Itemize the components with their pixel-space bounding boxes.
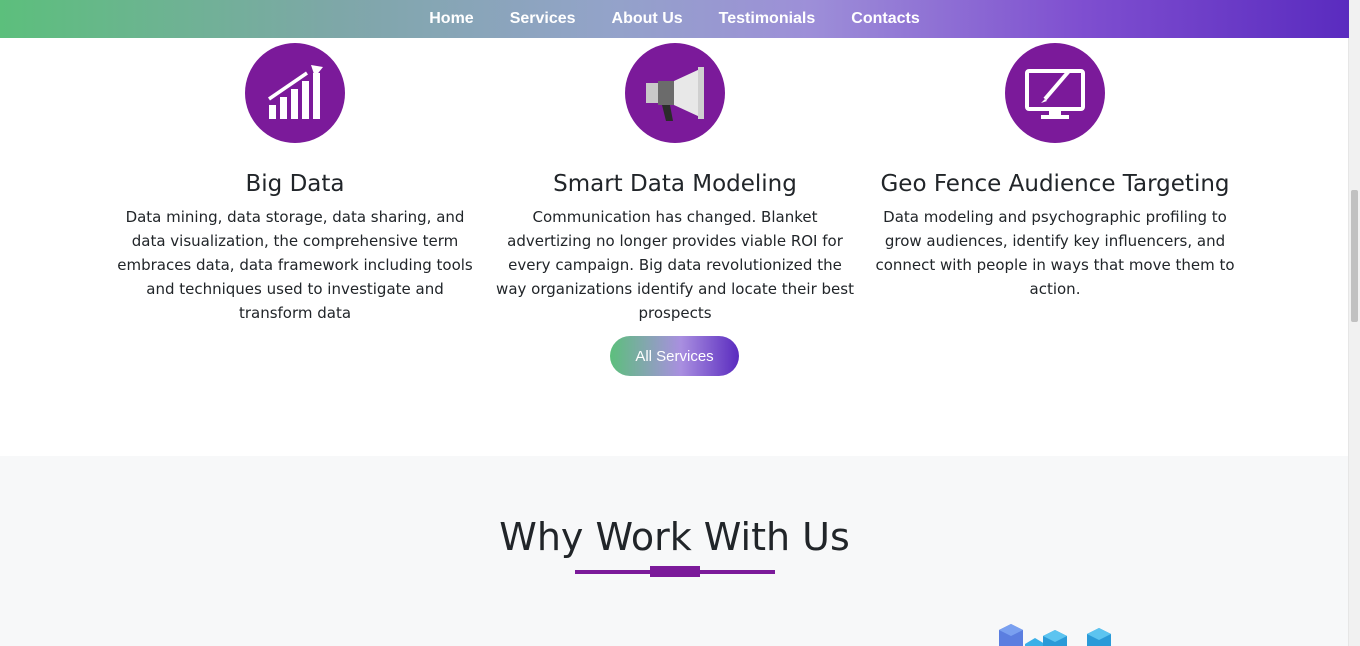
megaphone-icon — [625, 43, 725, 143]
nav-home[interactable]: Home — [411, 10, 491, 28]
vertical-scrollbar[interactable] — [1348, 0, 1360, 646]
service-description: Data mining, data storage, data sharing,… — [117, 208, 473, 322]
why-work-with-us-section: Why Work With Us — [0, 456, 1349, 646]
service-card-geo-fence: Geo Fence Audience Targeting Data modeli… — [865, 43, 1245, 301]
growth-chart-icon — [245, 43, 345, 143]
service-title: Smart Data Modeling — [553, 171, 797, 197]
scrollbar-thumb[interactable] — [1351, 190, 1358, 322]
service-card-smart-data-modeling: Smart Data Modeling Communication has ch… — [485, 43, 865, 325]
service-title: Geo Fence Audience Targeting — [880, 171, 1230, 197]
service-card-big-data: Big Data Data mining, data storage, data… — [105, 43, 485, 325]
nav-services[interactable]: Services — [492, 10, 594, 28]
section-title: Why Work With Us — [499, 515, 850, 559]
services-section: Big Data Data mining, data storage, data… — [0, 0, 1349, 456]
nav-testimonials[interactable]: Testimonials — [701, 10, 834, 28]
page: Big Data Data mining, data storage, data… — [0, 0, 1360, 646]
hexagon-cubes-icon — [995, 622, 1117, 646]
all-services-button[interactable]: All Services — [610, 336, 739, 376]
service-title: Big Data — [245, 171, 345, 197]
nav-contacts[interactable]: Contacts — [833, 10, 937, 28]
top-navbar: Home Services About Us Testimonials Cont… — [0, 0, 1349, 38]
monitor-pen-icon — [1005, 43, 1105, 143]
title-divider-accent — [650, 566, 700, 577]
service-description: Communication has changed. Blanket adver… — [496, 208, 854, 322]
nav-about-us[interactable]: About Us — [594, 10, 701, 28]
service-description: Data modeling and psychographic profilin… — [875, 208, 1235, 298]
